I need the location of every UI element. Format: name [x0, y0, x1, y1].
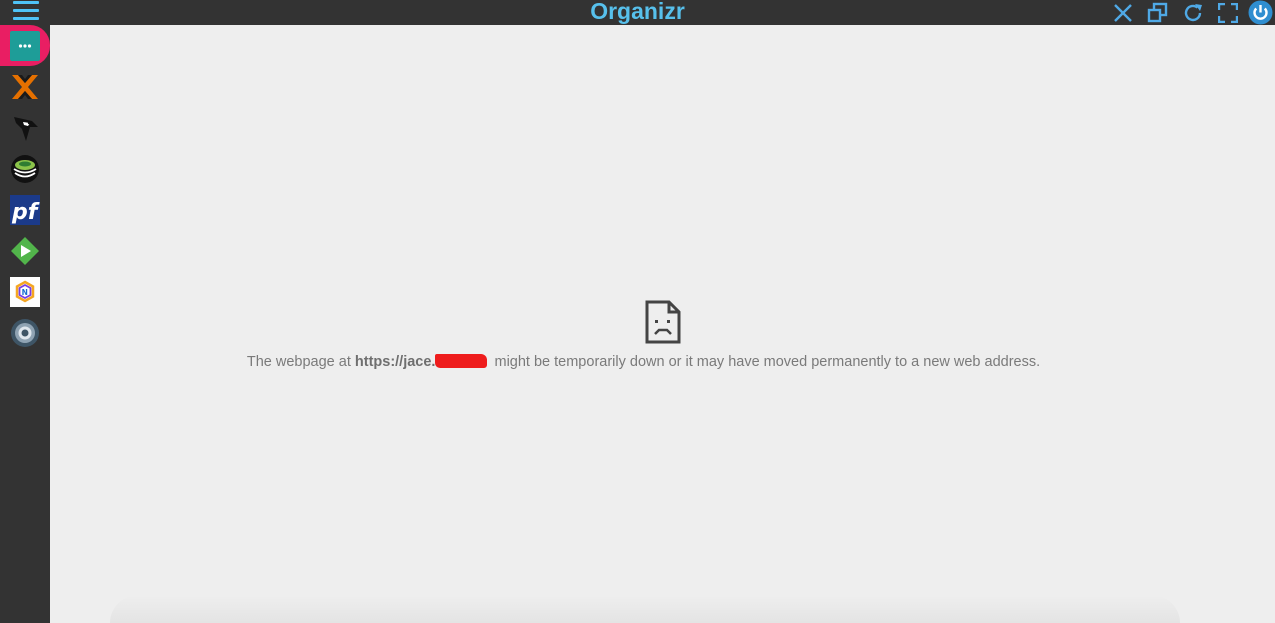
error-text: The webpage at https://jace. might be te… [31, 354, 1256, 370]
reload-button[interactable] [1181, 1, 1205, 25]
reload-icon [1184, 3, 1202, 21]
redaction-mark [435, 354, 488, 368]
top-bar: Organizr [0, 0, 1275, 25]
sickrage-bowl-icon [10, 154, 40, 184]
error-text-suffix: might be temporarily down or it may have… [490, 354, 1041, 370]
open-new-window-button[interactable] [1146, 1, 1170, 25]
logout-button[interactable] [1248, 0, 1273, 25]
sidebar-item-settings[interactable] [0, 312, 50, 353]
emby-play-icon [10, 236, 40, 266]
sidebar-item-nextcloud[interactable]: N [0, 271, 50, 312]
sidebar-item-sickrage[interactable] [0, 148, 50, 189]
sidebar-item-pfsense[interactable]: pf [0, 189, 50, 230]
fullscreen-button[interactable] [1216, 1, 1240, 25]
content-frame: The webpage at https://jace. might be te… [50, 25, 1275, 623]
error-text-prefix: The webpage at [246, 354, 355, 370]
power-icon [1248, 0, 1273, 25]
top-actions [1100, 0, 1275, 25]
pfsense-icon: pf [10, 194, 40, 225]
fullscreen-icon [1218, 2, 1238, 23]
sidebar-item-kodi[interactable] [0, 107, 50, 148]
sidebar-item-more[interactable] [0, 25, 50, 66]
sidebar-item-proxmox[interactable] [0, 66, 50, 107]
app-title: Organizr [590, 0, 685, 24]
svg-text:pf: pf [11, 200, 40, 225]
bottom-shadow [110, 595, 1180, 623]
sidebar-item-emby[interactable] [0, 230, 50, 271]
close-icon [1114, 3, 1132, 22]
nextcloud-hex-icon: N [10, 276, 40, 307]
error-message: The webpage at https://jace. might be te… [50, 300, 1275, 370]
svg-text:N: N [22, 288, 28, 297]
organizr-app: Organizr pf N The webpage at https://jac… [0, 0, 1275, 623]
proxmox-icon [10, 72, 40, 102]
sad-document-icon [645, 300, 680, 344]
restore-window-icon [1147, 2, 1168, 22]
settings-gear-icon [10, 318, 40, 348]
more-dots-icon [10, 30, 40, 61]
kodi-bird-icon [10, 113, 40, 143]
error-url: https://jace. [354, 354, 436, 370]
hamburger-icon[interactable] [13, 1, 39, 23]
sidebar: pf N [0, 25, 50, 623]
close-tab-button[interactable] [1111, 1, 1135, 25]
